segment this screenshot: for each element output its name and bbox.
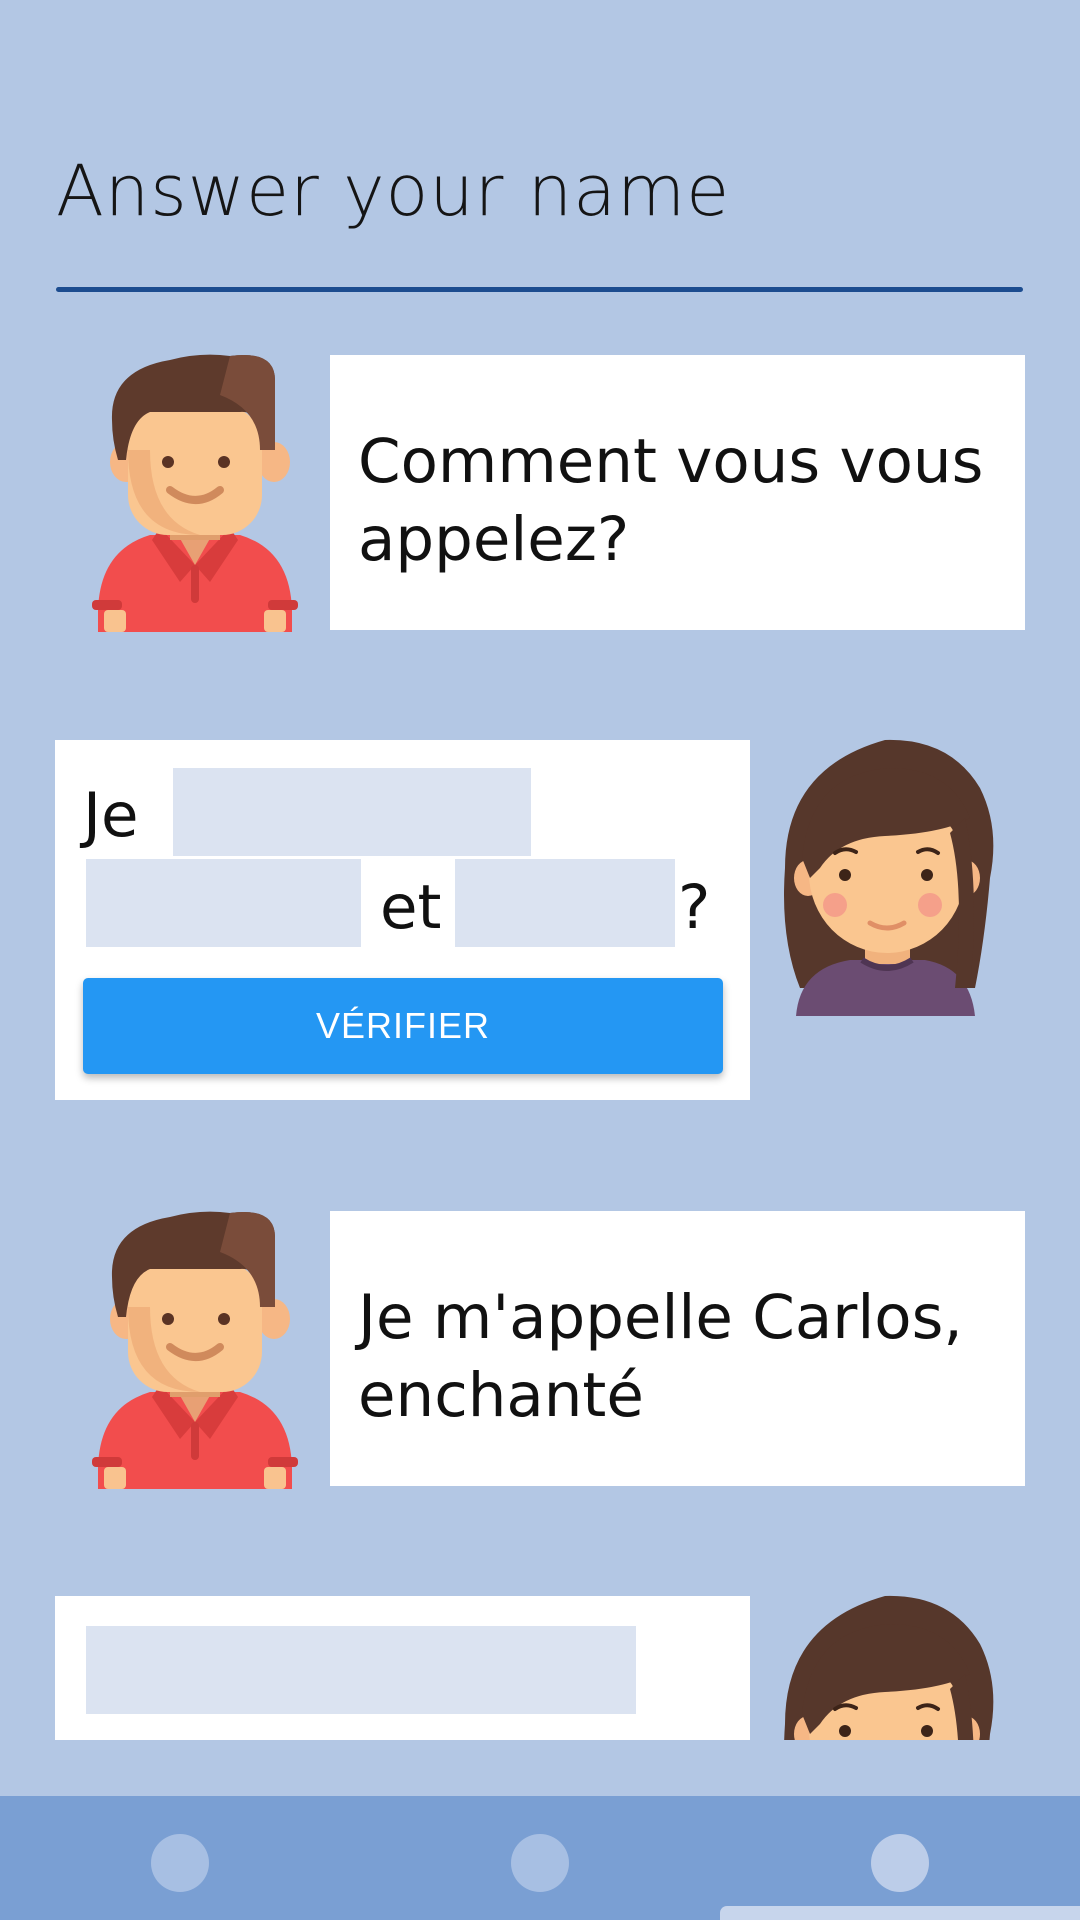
bubble-text-1: Comment vous vous appelez? <box>358 426 984 575</box>
nav-dot-2[interactable] <box>511 1834 569 1892</box>
nav-dot-3[interactable] <box>871 1834 929 1892</box>
girl-avatar-icon <box>780 738 995 1016</box>
nav-dot-1[interactable] <box>151 1834 209 1892</box>
word-question-mark: ? <box>678 872 711 943</box>
girl-avatar-icon <box>780 1594 995 1740</box>
answer-blank-4[interactable] <box>86 1626 636 1714</box>
bubble-text-3: Je m'appelle Carlos, enchanté <box>358 1282 963 1431</box>
speech-bubble-1: Comment vous vous appelez? <box>330 355 1025 630</box>
home-indicator[interactable] <box>720 1906 1080 1920</box>
verify-button[interactable]: VÉRIFIER <box>83 978 723 1074</box>
page-title: Answer your name <box>56 150 731 232</box>
boy-avatar-icon <box>90 1207 300 1489</box>
boy-avatar-icon <box>90 350 300 632</box>
chat-area: Answer your name Comment vous vous appel… <box>0 0 1080 1740</box>
word-et: et <box>380 872 442 943</box>
speech-bubble-3: Je m'appelle Carlos, enchanté <box>330 1211 1025 1486</box>
answer-blank-1[interactable] <box>173 768 531 856</box>
answer-blank-2[interactable] <box>86 859 361 947</box>
title-underline <box>56 287 1023 292</box>
answer-blank-3[interactable] <box>455 859 675 947</box>
word-je: Je <box>83 780 139 851</box>
